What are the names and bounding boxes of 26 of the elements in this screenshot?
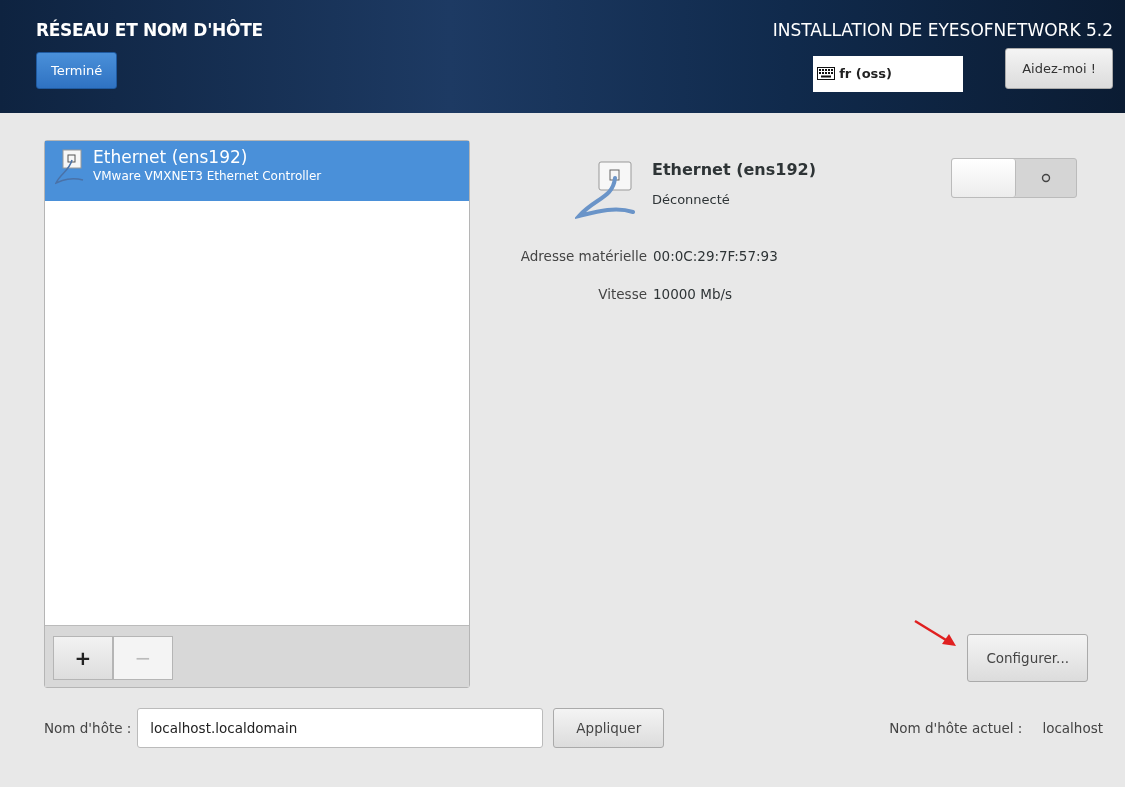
ethernet-cable-icon bbox=[55, 147, 85, 187]
add-button[interactable]: + bbox=[53, 636, 113, 680]
apply-button[interactable]: Appliquer bbox=[553, 708, 665, 748]
hostname-label: Nom d'hôte : bbox=[44, 718, 132, 738]
toggle-switch[interactable] bbox=[951, 158, 1077, 198]
screen-title: RÉSEAU ET NOM D'HÔTE bbox=[36, 18, 263, 42]
property-label: Vitesse bbox=[597, 285, 647, 305]
property-value: 10000 Mb/s bbox=[653, 285, 734, 305]
device-description: VMware VMXNET3 Ethernet Controller bbox=[93, 168, 322, 185]
keyboard-layout: fr (oss) bbox=[839, 64, 893, 83]
annotation-arrow bbox=[912, 618, 958, 648]
device-name: Ethernet (ens192) bbox=[93, 147, 249, 167]
current-hostname: localhost bbox=[1042, 718, 1103, 738]
done-button[interactable]: Terminé bbox=[36, 51, 118, 89]
keyboard-layout-indicator[interactable]: fr (oss) bbox=[813, 55, 964, 92]
keyboard-icon bbox=[817, 67, 836, 80]
configure-button[interactable]: Configurer... bbox=[967, 633, 1088, 682]
off-icon bbox=[1041, 173, 1051, 183]
help-button[interactable]: Aidez-moi ! bbox=[1005, 47, 1113, 89]
device-name: Ethernet (ens192) bbox=[652, 159, 816, 181]
hostname-field[interactable]: localhost.localdomain bbox=[137, 708, 544, 748]
current-hostname-label: Nom d'hôte actuel : bbox=[889, 718, 1023, 738]
property-label: Adresse matérielle bbox=[519, 247, 647, 266]
property-value: 00:0C:29:7F:57:93 bbox=[653, 247, 779, 266]
connection-status: Déconnecté bbox=[652, 191, 731, 209]
product-title: INSTALLATION DE EYESOFNETWORK 5.2 bbox=[772, 19, 1113, 42]
